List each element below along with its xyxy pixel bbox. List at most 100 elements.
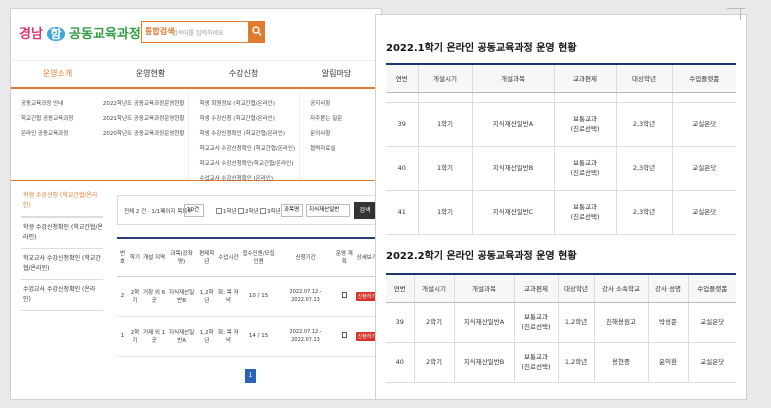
mega-link[interactable]: 학생 회원정보 (학교간협/온라인) [199,99,295,107]
gnb-item-notice[interactable]: 알림마당 [290,61,381,87]
lnb-item-school-teacher-confirm[interactable]: 학교교사 수강신청확인 (학교간협/온라인) [21,249,103,280]
doc-title-1: 2022.1학기 온라인 공동교육과정 운영 현황 [386,43,577,54]
col-header: 강사 성명 [648,274,689,303]
col-header: 교과편제 [514,274,559,303]
col-header: 학기 [128,238,142,277]
document-icon[interactable] [341,292,347,298]
cell: 1,2학년 [196,276,217,317]
col-header: 개설 지역 [141,238,167,277]
global-nav: 운영소개 운영현황 수강신청 알림마당 [11,61,381,89]
cell: 1학기 [418,146,473,191]
document-panel: 2022.1학기 온라인 공동교육과정 운영 현황 연번 개설시기 개설과목 교… [375,14,747,400]
filter-search-button[interactable]: 검색 [354,202,376,219]
mega-link[interactable]: 자주묻는 질문 [310,114,378,122]
col-header: 수업시간 [216,238,241,277]
mega-col-status: 2022학년도 공동교육과정운영현황 2021학년도 공동교육과정운영현황 20… [93,91,190,180]
logo-part-2: 함 [47,27,65,41]
mega-link[interactable]: 공지사항 [310,99,378,107]
grade-1-checkbox[interactable]: 1학년 [216,207,237,215]
logo-part-1: 경남 [19,27,43,42]
screenshot-canvas: 경남 함 공동교육과정 통합검색 검색어를 입력하세요 운영소개 운영현황 수강… [0,0,771,408]
mega-link[interactable]: 학교교사 수강신청확인(학교간협/온라인) [199,159,295,167]
cell: 교실온닷 [672,102,736,147]
mega-link[interactable]: 2021학년도 공동교육과정운영현황 [103,114,185,122]
lnb-item-class-teacher-confirm[interactable]: 수업교사 수강신청확인 (온라인) [21,280,103,311]
table-row: 40 2학기 지식재산일반B 보통교과 (진로선택) 1,2학년 용현중 윤익환… [386,342,736,383]
search-field-select[interactable]: 과목명 [281,204,303,217]
per-page-select[interactable]: 10건 [184,204,204,217]
search-input[interactable]: 통합검색 검색어를 입력하세요 [141,21,249,43]
col-header: 수업플랫폼 [688,274,736,303]
cell: 용현중 [594,342,649,383]
grade-2-checkbox[interactable]: 2학년 [238,207,259,215]
mega-link[interactable]: 학교간협 공동교육과정 [21,114,89,122]
status-table-2: 연번 개설시기 개설과목 교과편제 대상학년 강사 소속학교 강사 성명 수업플… [386,273,736,383]
col-header: 연번 [386,274,415,303]
cell [334,276,355,317]
gnb-item-apply[interactable]: 수강신청 [197,61,290,87]
gnb-item-intro[interactable]: 운영소개 [11,61,104,87]
col-header: 개설시기 [418,64,473,93]
cell: 거창 외 6곳 [141,276,167,317]
table-row: 2 2학기 거창 외 6곳 지식재산일반B 1,2학년 화, 목 저녁 10 /… [117,276,379,317]
site-logo[interactable]: 경남 함 공동교육과정 [19,23,141,42]
cell: 40 [386,342,415,383]
cell: 2,3학년 [616,102,673,147]
lnb-item-student-confirm[interactable]: 학생 수강신청확인 (학교간협/온라인) [21,218,103,249]
cell-period: 2022.07.12 - 2022.07.13 [277,316,335,357]
checkbox-icon [260,208,266,214]
cell: 지식재산일반C [472,190,555,235]
logo-part-3: 공동교육과정 [69,27,141,42]
local-nav: 학생 수강신청 (학교간협/온라인) 학생 수강신청확인 (학교간협/온라인) … [21,186,103,311]
mega-link[interactable]: 2020학년도 공동교육과정운영현황 [103,129,185,137]
document-icon[interactable] [341,332,347,338]
cell: 지식재산일반B [454,342,515,383]
mega-link[interactable]: 온라인 공동교육과정 [21,129,89,137]
col-header: 접수인원/모집인원 [240,238,277,277]
cell: 지식재산일반A [166,316,197,357]
mega-link[interactable]: 수업교사 수강신청확인 (온라인) [199,174,295,182]
gnb-item-status[interactable]: 운영현황 [104,61,197,87]
table-row: 1 2학기 거제 외 1곳 지식재산일반A 1,2학년 화, 목 저녁 14 /… [117,316,379,357]
keyword-input[interactable]: 지식재산일반 [306,204,350,217]
cell [334,316,355,357]
col-header: 개설시기 [414,274,455,303]
grade-2-label: 2학년 [245,209,259,215]
table-header-row: 연번 개설시기 개설과목 교과편제 대상학년 수업플랫폼 [386,64,736,93]
cell: 39 [386,302,415,343]
page-number-current[interactable]: 1 [245,369,256,383]
cell: 2학기 [414,342,455,383]
cell: 2,3학년 [616,146,673,191]
grade-3-checkbox[interactable]: 3학년 [260,207,281,215]
cell: 진해용원고 [594,302,649,343]
spacer-row [386,92,736,103]
col-header: 운영 계획 [334,238,355,277]
cell: 41 [386,190,419,235]
search-button[interactable] [249,21,265,43]
mega-link[interactable]: 학생 수강신청확인 (학교간협/온라인) [199,129,295,137]
cell-period: 2022.07.12 - 2022.07.13 [277,276,335,317]
cell: 지식재산일반B [472,146,555,191]
table-row: 40 1학기 지식재산일반B 보통교과 (진로선택) 2,3학년 교실온닷 [386,146,736,191]
mega-link[interactable]: 학생 수강신청 (학교간협/온라인) [199,114,295,122]
mega-link[interactable]: 2022학년도 공동교육과정운영현황 [103,99,185,107]
mega-link[interactable]: 공동교육과정 안내 [21,99,89,107]
cell: 39 [386,102,419,147]
col-header: 과목(강좌명) [166,238,197,277]
lnb-item-student-apply[interactable]: 학생 수강신청 (학교간협/온라인) [21,186,103,218]
checkbox-icon [238,208,244,214]
status-table-1: 연번 개설시기 개설과목 교과편제 대상학년 수업플랫폼 39 1학기 지식재산… [386,63,736,235]
cell: 2학기 [414,302,455,343]
doc-title-2: 2022.2학기 온라인 공동교육과정 운영 현황 [386,251,577,262]
col-header: 연번 [386,64,419,93]
mega-link[interactable]: 협력자료실 [310,144,378,152]
table-row: 39 2학기 지식재산일반A 보통교과 (진로선택) 1,2학년 진해용원고 박… [386,302,736,343]
cell: 1,2학년 [558,342,595,383]
mega-link[interactable]: 문의사항 [310,129,378,137]
col-header: 대상학년 [616,64,673,93]
col-header: 수업플랫폼 [672,64,736,93]
result-count: 전체 2 건 · 1/1페이지 목록수 [124,209,193,215]
table-row: 41 1학기 지식재산일반C 보통교과 (진로선택) 2,3학년 교실온닷 [386,190,736,235]
mega-link[interactable]: 학교교사 수강신청확인 (학교간협/온라인) [199,144,295,152]
cell: 1학기 [418,190,473,235]
